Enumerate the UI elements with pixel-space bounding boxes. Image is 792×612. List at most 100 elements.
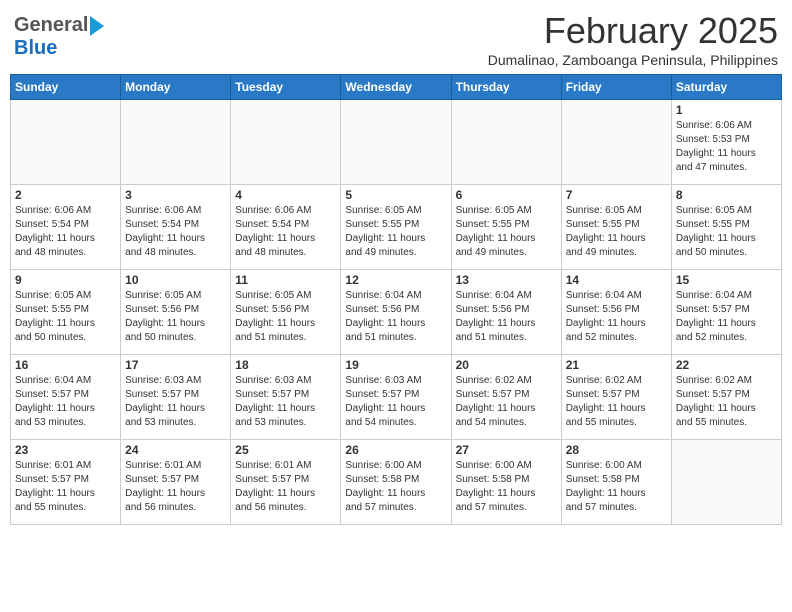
- day-number: 26: [345, 443, 446, 457]
- day-number: 21: [566, 358, 667, 372]
- calendar-cell: 24Sunrise: 6:01 AM Sunset: 5:57 PM Dayli…: [121, 440, 231, 525]
- calendar-cell: 7Sunrise: 6:05 AM Sunset: 5:55 PM Daylig…: [561, 185, 671, 270]
- day-number: 24: [125, 443, 226, 457]
- weekday-header-sunday: Sunday: [11, 75, 121, 100]
- calendar-cell: 14 Sunrise: 6:04 AM Sunset: 5:56 PM Dayli…: [561, 270, 671, 355]
- calendar-cell: 28 Sunrise: 6:00 AM Sunset: 5:58 PM Dayli…: [561, 440, 671, 525]
- day-info: Sunrise: 6:06 AM Sunset: 5:54 PM Dayligh…: [125, 204, 226, 260]
- day-info: Sunrise: 6:02 AM Sunset: 5:57 PM Dayligh…: [566, 374, 667, 430]
- calendar-cell: 22 Sunrise: 6:02 AM Sunset: 5:57 PM Dayli…: [671, 355, 781, 440]
- day-number: 19: [345, 358, 446, 372]
- calendar-cell: [341, 100, 451, 185]
- calendar-cell: 12 Sunrise: 6:04 AM Sunset: 5:56 PM Dayli…: [341, 270, 451, 355]
- calendar-cell: 21 Sunrise: 6:02 AM Sunset: 5:57 PM Dayli…: [561, 355, 671, 440]
- day-info: Sunrise: 6:04 AM Sunset: 5:56 PM Dayligh…: [566, 289, 667, 345]
- day-info: Sunrise: 6:05 AM Sunset: 5:55 PM Dayligh…: [345, 204, 446, 260]
- day-number: 10: [125, 273, 226, 287]
- day-number: 22: [676, 358, 777, 372]
- calendar-cell: [671, 440, 781, 525]
- day-number: 23: [15, 443, 116, 457]
- day-info: Sunrise: 6:05 AM Sunset: 5:56 PM Dayligh…: [235, 289, 336, 345]
- day-info: Sunrise: 6:05 AM Sunset: 5:55 PM Dayligh…: [566, 204, 667, 260]
- day-info: Sunrise: 6:04 AM Sunset: 5:56 PM Dayligh…: [456, 289, 557, 345]
- day-number: 25: [235, 443, 336, 457]
- day-info: Sunrise: 6:03 AM Sunset: 5:57 PM Dayligh…: [125, 374, 226, 430]
- logo: General Blue: [14, 14, 104, 60]
- day-info: Sunrise: 6:02 AM Sunset: 5:57 PM Dayligh…: [676, 374, 777, 430]
- calendar-cell: [231, 100, 341, 185]
- day-number: 3: [125, 188, 226, 202]
- calendar-cell: [121, 100, 231, 185]
- calendar-cell: 16Sunrise: 6:04 AM Sunset: 5:57 PM Dayli…: [11, 355, 121, 440]
- calendar-cell: [561, 100, 671, 185]
- day-number: 8: [676, 188, 777, 202]
- day-number: 9: [15, 273, 116, 287]
- calendar-cell: 10 Sunrise: 6:05 AM Sunset: 5:56 PM Dayli…: [121, 270, 231, 355]
- calendar-cell: 5 Sunrise: 6:05 AM Sunset: 5:55 PM Daylig…: [341, 185, 451, 270]
- calendar-week-2: 2 Sunrise: 6:06 AM Sunset: 5:54 PM Daylig…: [11, 185, 782, 270]
- day-number: 5: [345, 188, 446, 202]
- calendar-cell: 18Sunrise: 6:03 AM Sunset: 5:57 PM Dayli…: [231, 355, 341, 440]
- day-number: 20: [456, 358, 557, 372]
- day-number: 28: [566, 443, 667, 457]
- month-year-title: February 2025: [488, 10, 778, 52]
- calendar-cell: 26 Sunrise: 6:00 AM Sunset: 5:58 PM Dayli…: [341, 440, 451, 525]
- calendar-week-1: 1 Sunrise: 6:06 AM Sunset: 5:53 PM Daylig…: [11, 100, 782, 185]
- weekday-header-row: SundayMondayTuesdayWednesdayThursdayFrid…: [11, 75, 782, 100]
- calendar-cell: [11, 100, 121, 185]
- calendar-week-5: 23 Sunrise: 6:01 AM Sunset: 5:57 PM Dayli…: [11, 440, 782, 525]
- day-info: Sunrise: 6:04 AM Sunset: 5:56 PM Dayligh…: [345, 289, 446, 345]
- day-number: 15: [676, 273, 777, 287]
- day-info: Sunrise: 6:04 AM Sunset: 5:57 PM Dayligh…: [15, 374, 116, 430]
- weekday-header-thursday: Thursday: [451, 75, 561, 100]
- day-info: Sunrise: 6:04 AM Sunset: 5:57 PM Dayligh…: [676, 289, 777, 345]
- calendar-cell: 13 Sunrise: 6:04 AM Sunset: 5:56 PM Dayli…: [451, 270, 561, 355]
- day-info: Sunrise: 6:01 AM Sunset: 5:57 PM Dayligh…: [15, 459, 116, 515]
- day-info: Sunrise: 6:01 AM Sunset: 5:57 PM Dayligh…: [235, 459, 336, 515]
- day-number: 1: [676, 103, 777, 117]
- day-number: 6: [456, 188, 557, 202]
- weekday-header-wednesday: Wednesday: [341, 75, 451, 100]
- calendar-cell: [451, 100, 561, 185]
- page-header: General Blue February 2025 Dumalinao, Za…: [10, 10, 782, 68]
- calendar-cell: 15 Sunrise: 6:04 AM Sunset: 5:57 PM Dayli…: [671, 270, 781, 355]
- day-info: Sunrise: 6:05 AM Sunset: 5:56 PM Dayligh…: [125, 289, 226, 345]
- day-number: 12: [345, 273, 446, 287]
- calendar-cell: 19 Sunrise: 6:03 AM Sunset: 5:57 PM Dayli…: [341, 355, 451, 440]
- logo-chevron-icon: [90, 16, 104, 36]
- day-info: Sunrise: 6:03 AM Sunset: 5:57 PM Dayligh…: [235, 374, 336, 430]
- day-info: Sunrise: 6:02 AM Sunset: 5:57 PM Dayligh…: [456, 374, 557, 430]
- day-number: 2: [15, 188, 116, 202]
- day-number: 14: [566, 273, 667, 287]
- day-info: Sunrise: 6:06 AM Sunset: 5:54 PM Dayligh…: [235, 204, 336, 260]
- calendar-cell: 6 Sunrise: 6:05 AM Sunset: 5:55 PM Daylig…: [451, 185, 561, 270]
- day-info: Sunrise: 6:06 AM Sunset: 5:53 PM Dayligh…: [676, 119, 777, 175]
- day-number: 11: [235, 273, 336, 287]
- calendar-cell: 9 Sunrise: 6:05 AM Sunset: 5:55 PM Daylig…: [11, 270, 121, 355]
- weekday-header-tuesday: Tuesday: [231, 75, 341, 100]
- day-info: Sunrise: 6:03 AM Sunset: 5:57 PM Dayligh…: [345, 374, 446, 430]
- weekday-header-friday: Friday: [561, 75, 671, 100]
- day-info: Sunrise: 6:00 AM Sunset: 5:58 PM Dayligh…: [566, 459, 667, 515]
- calendar-cell: 23 Sunrise: 6:01 AM Sunset: 5:57 PM Dayli…: [11, 440, 121, 525]
- day-number: 13: [456, 273, 557, 287]
- calendar-cell: 20 Sunrise: 6:02 AM Sunset: 5:57 PM Dayli…: [451, 355, 561, 440]
- day-info: Sunrise: 6:05 AM Sunset: 5:55 PM Dayligh…: [15, 289, 116, 345]
- day-number: 27: [456, 443, 557, 457]
- day-info: Sunrise: 6:06 AM Sunset: 5:54 PM Dayligh…: [15, 204, 116, 260]
- calendar-cell: 1 Sunrise: 6:06 AM Sunset: 5:53 PM Daylig…: [671, 100, 781, 185]
- calendar-week-3: 9 Sunrise: 6:05 AM Sunset: 5:55 PM Daylig…: [11, 270, 782, 355]
- calendar-table: SundayMondayTuesdayWednesdayThursdayFrid…: [10, 74, 782, 525]
- day-info: Sunrise: 6:05 AM Sunset: 5:55 PM Dayligh…: [676, 204, 777, 260]
- day-number: 4: [235, 188, 336, 202]
- calendar-cell: 11 Sunrise: 6:05 AM Sunset: 5:56 PM Dayli…: [231, 270, 341, 355]
- calendar-cell: 25 Sunrise: 6:01 AM Sunset: 5:57 PM Dayli…: [231, 440, 341, 525]
- title-block: February 2025 Dumalinao, Zamboanga Penin…: [488, 10, 778, 68]
- day-info: Sunrise: 6:00 AM Sunset: 5:58 PM Dayligh…: [345, 459, 446, 515]
- calendar-cell: 17Sunrise: 6:03 AM Sunset: 5:57 PM Dayli…: [121, 355, 231, 440]
- calendar-cell: 27Sunrise: 6:00 AM Sunset: 5:58 PM Dayli…: [451, 440, 561, 525]
- location-subtitle: Dumalinao, Zamboanga Peninsula, Philippi…: [488, 52, 778, 68]
- calendar-week-4: 16Sunrise: 6:04 AM Sunset: 5:57 PM Dayli…: [11, 355, 782, 440]
- day-info: Sunrise: 6:05 AM Sunset: 5:55 PM Dayligh…: [456, 204, 557, 260]
- calendar-cell: 3 Sunrise: 6:06 AM Sunset: 5:54 PM Daylig…: [121, 185, 231, 270]
